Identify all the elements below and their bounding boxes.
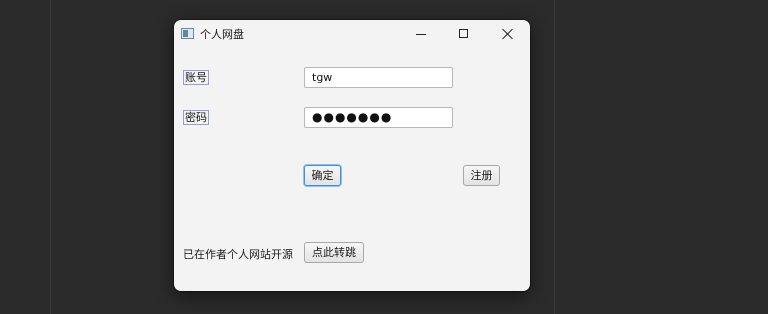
account-input[interactable]: tgw [304, 67, 453, 88]
password-label: 密码 [183, 110, 209, 125]
password-input[interactable]: ●●●●●●● [304, 107, 453, 128]
desktop-background: 个人网盘 账号 tgw 密码 ●●●●●●● 确定 注册 已在作者个人网站开源 … [0, 0, 768, 314]
confirm-button[interactable]: 确定 [304, 165, 341, 186]
login-window: 个人网盘 账号 tgw 密码 ●●●●●●● 确定 注册 已在作者个人网站开源 … [174, 20, 530, 291]
jump-link-button[interactable]: 点此转跳 [304, 242, 364, 263]
app-window-icon [181, 28, 194, 39]
minimize-button[interactable] [399, 20, 443, 48]
maximize-icon [459, 29, 468, 38]
maximize-button[interactable] [442, 20, 486, 48]
account-label: 账号 [183, 70, 209, 85]
minimize-icon [416, 34, 426, 35]
register-button[interactable]: 注册 [463, 165, 500, 186]
editor-divider-line [554, 0, 555, 314]
window-titlebar[interactable]: 个人网盘 [174, 20, 530, 48]
window-title: 个人网盘 [200, 28, 244, 41]
open-source-note: 已在作者个人网站开源 [183, 248, 293, 261]
editor-gutter-line [50, 0, 51, 314]
close-icon [502, 28, 514, 40]
close-button[interactable] [486, 20, 530, 48]
